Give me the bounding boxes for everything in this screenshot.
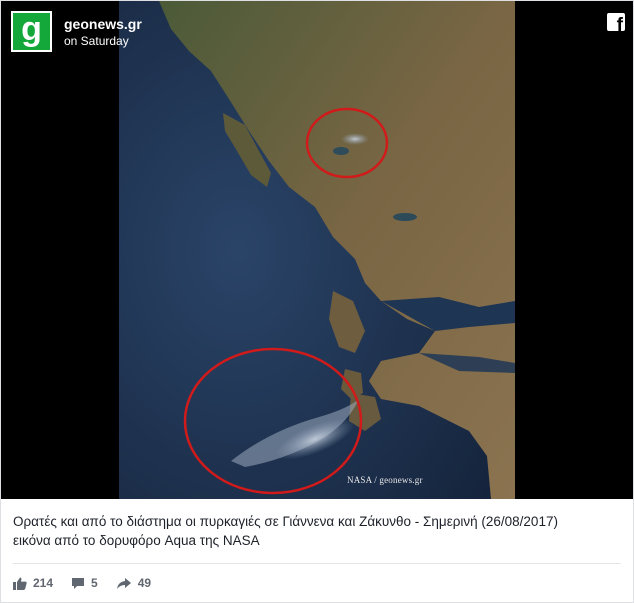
- page-logo[interactable]: g: [11, 11, 52, 52]
- like-action[interactable]: 214: [13, 576, 53, 590]
- share-count: 49: [137, 576, 152, 590]
- satellite-image[interactable]: g geonews.gr on Saturday f NASA / geonew…: [1, 1, 633, 499]
- page-name-link[interactable]: geonews.gr: [64, 15, 142, 33]
- comment-icon: [72, 577, 85, 589]
- post-meta: geonews.gr on Saturday: [64, 15, 142, 49]
- comment-count: 5: [91, 576, 98, 590]
- caption-line-2: εικόνα από το δορυφόρο Aqua της NASA: [13, 533, 260, 548]
- facebook-icon[interactable]: f: [607, 13, 625, 31]
- like-count: 214: [33, 576, 54, 590]
- post-header: g geonews.gr on Saturday: [11, 11, 142, 52]
- image-watermark: NASA / geonews.gr: [347, 475, 423, 485]
- caption-line-1: Ορατές και από το διάστημα οι πυρκαγιές …: [13, 514, 558, 529]
- actions-divider: [13, 563, 621, 564]
- post-actions: 214 5 49: [13, 573, 169, 593]
- logo-letter: g: [21, 9, 42, 48]
- facebook-post: g geonews.gr on Saturday f NASA / geonew…: [0, 0, 634, 603]
- post-caption: Ορατές και από το διάστημα οι πυρκαγιές …: [13, 512, 623, 550]
- post-timestamp[interactable]: on Saturday: [64, 33, 142, 49]
- like-icon: [13, 577, 27, 590]
- comment-action[interactable]: 5: [71, 576, 98, 590]
- share-action[interactable]: 49: [116, 576, 151, 590]
- share-icon: [116, 577, 131, 589]
- satellite-map: [119, 1, 515, 499]
